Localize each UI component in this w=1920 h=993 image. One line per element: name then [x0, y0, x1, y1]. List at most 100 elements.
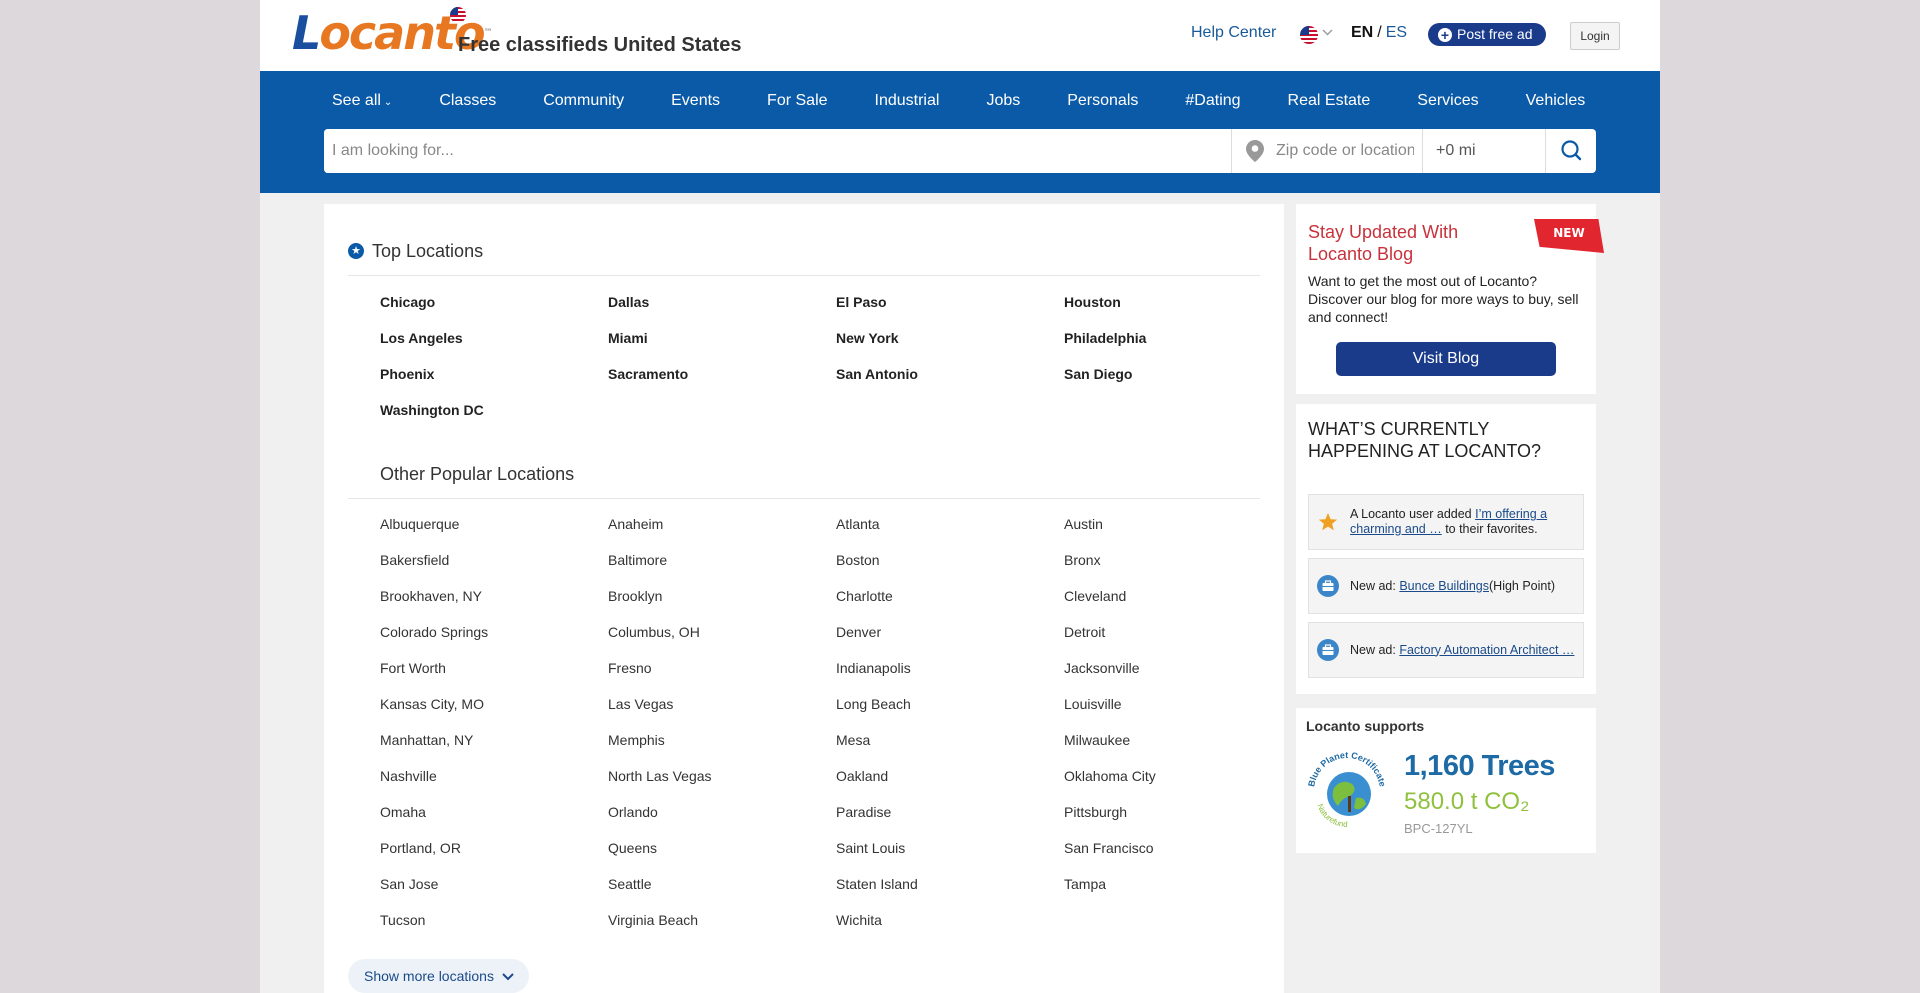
location-link[interactable]: San Francisco [1064, 838, 1292, 874]
happening-title: WHAT’S CURRENTLY HAPPENING AT LOCANTO? [1308, 419, 1542, 461]
blog-card: Stay Updated With Locanto Blog NEW Want … [1296, 204, 1604, 394]
nav-services[interactable]: Services [1417, 92, 1478, 110]
location-link[interactable]: Charlotte [836, 586, 1064, 622]
location-link[interactable]: Seattle [608, 874, 836, 910]
nav-community[interactable]: Community [543, 92, 624, 110]
location-link[interactable]: Phoenix [380, 364, 608, 400]
location-link[interactable]: Bronx [1064, 550, 1292, 586]
location-link[interactable]: San Diego [1064, 364, 1292, 400]
nav-for-sale[interactable]: For Sale [767, 92, 827, 110]
feed-item: New ad: Bunce Buildings(High Point) [1308, 558, 1584, 614]
feed-item-link[interactable]: Factory Automation Architect … [1399, 643, 1574, 657]
location-link[interactable]: Denver [836, 622, 1064, 658]
lang-en[interactable]: EN [1351, 24, 1373, 41]
location-link[interactable]: Portland, OR [380, 838, 608, 874]
location-link[interactable]: North Las Vegas [608, 766, 836, 802]
search-button[interactable] [1546, 129, 1596, 173]
location-link[interactable]: Houston [1064, 292, 1292, 328]
location-link[interactable]: New York [836, 328, 1064, 364]
blog-title: Stay Updated With Locanto Blog [1308, 222, 1459, 264]
location-input[interactable] [1268, 129, 1423, 173]
location-link[interactable]: Tucson [380, 910, 608, 946]
location-link[interactable]: Chicago [380, 292, 608, 328]
location-link[interactable]: Sacramento [608, 364, 836, 400]
show-more-locations-button[interactable]: Show more locations [348, 959, 529, 993]
location-link[interactable]: San Jose [380, 874, 608, 910]
location-link[interactable]: San Antonio [836, 364, 1064, 400]
location-link[interactable]: Brookhaven, NY [380, 586, 608, 622]
location-link[interactable]: Miami [608, 328, 836, 364]
show-more-label: Show more locations [364, 968, 494, 984]
location-link[interactable]: Fresno [608, 658, 836, 694]
location-link[interactable]: Brooklyn [608, 586, 836, 622]
location-link[interactable]: Cleveland [1064, 586, 1292, 622]
post-free-ad-button[interactable]: + Post free ad [1428, 23, 1546, 46]
location-link[interactable]: Pittsburgh [1064, 802, 1292, 838]
location-link[interactable]: Queens [608, 838, 836, 874]
location-link[interactable]: El Paso [836, 292, 1064, 328]
location-link[interactable]: Austin [1064, 514, 1292, 550]
location-link[interactable]: Omaha [380, 802, 608, 838]
location-link[interactable]: Nashville [380, 766, 608, 802]
location-link[interactable]: Colorado Springs [380, 622, 608, 658]
nav-personals[interactable]: Personals [1067, 92, 1138, 110]
country-selector[interactable] [1300, 24, 1340, 44]
location-link[interactable]: Saint Louis [836, 838, 1064, 874]
search-bar: +0 mi [324, 129, 1596, 173]
search-input[interactable] [324, 129, 1232, 173]
location-link[interactable]: Indianapolis [836, 658, 1064, 694]
happening-card: WHAT’S CURRENTLY HAPPENING AT LOCANTO? A… [1296, 404, 1596, 694]
location-link[interactable]: Boston [836, 550, 1064, 586]
location-link[interactable]: Kansas City, MO [380, 694, 608, 730]
location-link[interactable]: Las Vegas [608, 694, 836, 730]
location-link[interactable]: Anaheim [608, 514, 836, 550]
help-center-link[interactable]: Help Center [1191, 24, 1276, 42]
visit-blog-button[interactable]: Visit Blog [1336, 342, 1556, 376]
nav-real-estate[interactable]: Real Estate [1288, 92, 1371, 110]
nav-vehicles[interactable]: Vehicles [1526, 92, 1586, 110]
nav-jobs[interactable]: Jobs [986, 92, 1020, 110]
location-link[interactable]: Tampa [1064, 874, 1292, 910]
location-link[interactable]: Philadelphia [1064, 328, 1292, 364]
location-link[interactable]: Jacksonville [1064, 658, 1292, 694]
location-link[interactable]: Fort Worth [380, 658, 608, 694]
location-link[interactable]: Albuquerque [380, 514, 608, 550]
location-link[interactable]: Long Beach [836, 694, 1064, 730]
lang-es[interactable]: ES [1386, 24, 1407, 41]
co2-amount: 580.0 t CO₂ [1404, 788, 1530, 815]
location-link[interactable]: Los Angeles [380, 328, 608, 364]
location-link[interactable]: Louisville [1064, 694, 1292, 730]
feed-item-link[interactable]: Bunce Buildings [1399, 579, 1489, 593]
radius-select[interactable]: +0 mi [1423, 129, 1546, 173]
location-link[interactable]: Columbus, OH [608, 622, 836, 658]
location-link[interactable]: Detroit [1064, 622, 1292, 658]
location-link[interactable]: Wichita [836, 910, 1064, 946]
location-link[interactable]: Dallas [608, 292, 836, 328]
location-link[interactable]: Oklahoma City [1064, 766, 1292, 802]
us-flag-icon [450, 7, 466, 23]
nav-industrial[interactable]: Industrial [875, 92, 940, 110]
nav-see-all[interactable]: See all ⌄ [332, 92, 392, 110]
location-link[interactable]: Manhattan, NY [380, 730, 608, 766]
location-link[interactable]: Virginia Beach [608, 910, 836, 946]
post-free-ad-label: Post free ad [1457, 26, 1533, 42]
nav-band: See all ⌄ Classes Community Events For Sa… [260, 71, 1660, 193]
location-link[interactable]: Atlanta [836, 514, 1064, 550]
location-link[interactable]: Oakland [836, 766, 1064, 802]
location-link[interactable]: Mesa [836, 730, 1064, 766]
nav-dating[interactable]: #Dating [1185, 92, 1240, 110]
location-link[interactable]: Washington DC [380, 400, 608, 436]
location-link[interactable]: Milwaukee [1064, 730, 1292, 766]
nav-events[interactable]: Events [671, 92, 720, 110]
location-link[interactable]: Staten Island [836, 874, 1064, 910]
location-link[interactable]: Bakersfield [380, 550, 608, 586]
nav-classes[interactable]: Classes [439, 92, 496, 110]
location-link[interactable]: Paradise [836, 802, 1064, 838]
supports-card: Locanto supports Blue Planet Certificate… [1296, 708, 1596, 853]
location-link[interactable]: Orlando [608, 802, 836, 838]
location-link[interactable]: Baltimore [608, 550, 836, 586]
location-link[interactable]: Memphis [608, 730, 836, 766]
site-title: Free classifieds United States [458, 34, 742, 56]
top-locations-header: ★ Top Locations [348, 227, 1260, 276]
login-button[interactable]: Login [1570, 22, 1620, 50]
